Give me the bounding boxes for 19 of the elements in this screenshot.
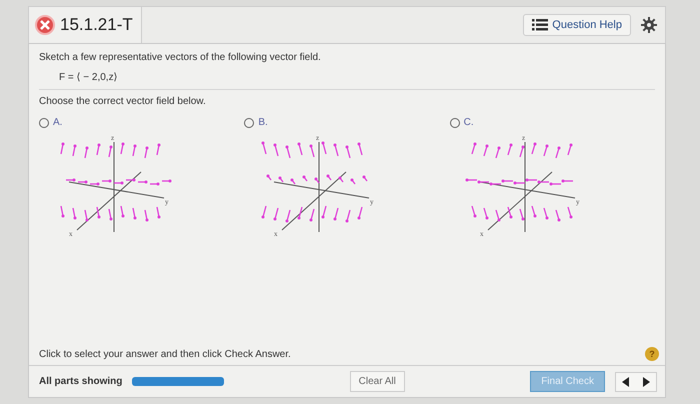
radio-button[interactable]	[39, 118, 49, 128]
radio-button[interactable]	[244, 118, 254, 128]
clear-all-button[interactable]: Clear All	[350, 371, 405, 392]
vector-field-formula: F = ⟨ − 2,0,z⟩	[59, 71, 119, 83]
left-triangle-icon	[622, 376, 630, 386]
instruction-text: Choose the correct vector field below.	[39, 96, 207, 107]
answer-option[interactable]: A.	[39, 117, 62, 128]
question-prompt: Sketch a few representative vectors of the following vector field.	[39, 52, 322, 63]
right-triangle-icon	[642, 376, 650, 386]
answer-option[interactable]: B.	[244, 117, 268, 128]
question-help-button[interactable]: Question Help	[523, 14, 631, 36]
hint-text: Click to select your answer and then click Check Answer.	[39, 348, 291, 360]
settings-icon[interactable]	[641, 17, 657, 33]
question-title: 15.1.21-T	[60, 15, 133, 35]
parts-label: All parts showing	[39, 376, 122, 387]
help-badge[interactable]: ?	[645, 347, 659, 361]
radio-button[interactable]	[450, 118, 460, 128]
answer-option[interactable]: C.	[450, 117, 474, 128]
list-icon	[532, 19, 548, 31]
